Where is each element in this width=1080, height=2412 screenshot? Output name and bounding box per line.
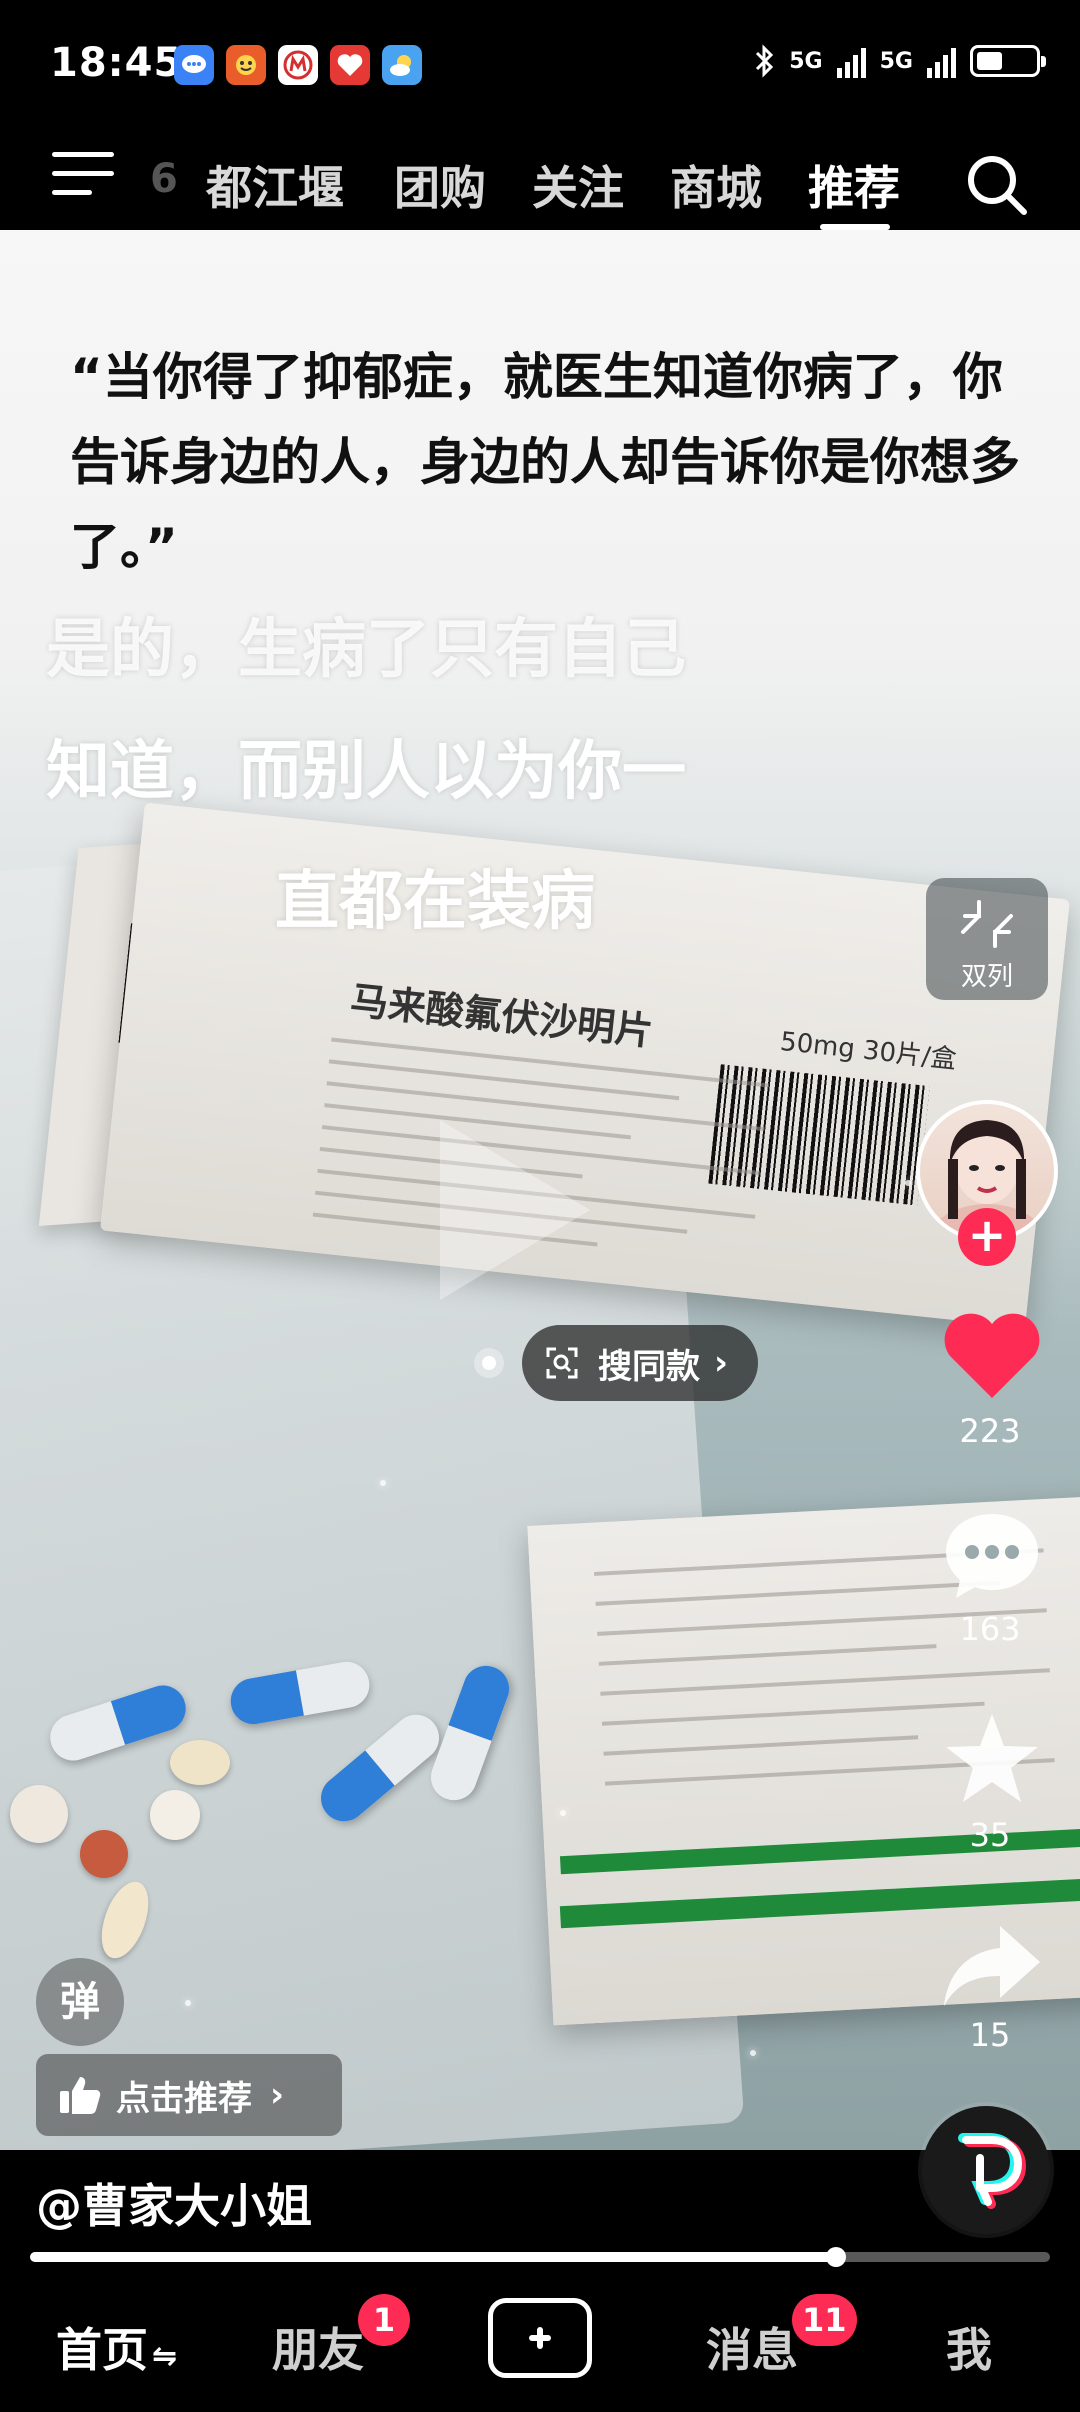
subtitle-line-2: 知道，而别人以为你一 <box>46 735 686 809</box>
pill <box>150 1790 200 1840</box>
bottom-nav: 首页 ⇋ 朋友 1 消息 11 我 <box>0 2270 1080 2412</box>
network-5g-left: 5G <box>789 48 823 74</box>
author-name[interactable]: @曹家大小姐 <box>36 2170 312 2236</box>
tab-dujiangyan[interactable]: 都江堰 <box>206 152 344 218</box>
switch-arrows-icon: ⇋ <box>152 2339 178 2374</box>
battery-icon <box>970 45 1046 77</box>
search-icon[interactable] <box>962 150 1032 220</box>
bank-app-icon <box>278 45 318 85</box>
create-button[interactable] <box>488 2298 592 2378</box>
messages-badge: 11 <box>792 2294 857 2346</box>
nav-friends[interactable]: 朋友 <box>272 2314 364 2380</box>
play-icon[interactable] <box>440 1120 590 1300</box>
tab-group-buy[interactable]: 团购 <box>394 152 486 218</box>
video-quote-text: “当你得了抑郁症，就医生知道你病了，你告诉身边的人，身边的人却告诉你是你想多了。… <box>70 348 1020 576</box>
weather-app-icon <box>382 45 422 85</box>
app-logo-icon[interactable] <box>922 2106 1050 2234</box>
share-icon[interactable] <box>940 1920 1044 2010</box>
network-5g-right: 5G <box>879 48 913 74</box>
comment-count: 163 <box>959 1610 1021 1648</box>
pill <box>10 1785 68 1843</box>
dual-column-button[interactable]: 双列 <box>926 878 1048 1000</box>
status-right: 5G 5G <box>753 44 1046 78</box>
dual-column-label: 双列 <box>960 962 1013 992</box>
subtitle-line-3: 直都在装病 <box>275 865 595 939</box>
nav-faded-label: 6 <box>150 156 178 202</box>
heart-icon[interactable] <box>942 1312 1042 1400</box>
nav-home[interactable]: 首页 ⇋ <box>56 2314 177 2380</box>
share-count: 15 <box>969 2016 1011 2054</box>
nav-home-label: 首页 <box>56 2323 148 2377</box>
progress-bar[interactable] <box>30 2247 1050 2267</box>
subtitle-line-1: 是的，生病了只有自己 <box>46 613 686 687</box>
status-bar: 18:45 5G 5G <box>0 0 1080 112</box>
top-nav: 6 都江堰 团购 关注 商城 推荐 <box>0 112 1080 230</box>
nav-me[interactable]: 我 <box>946 2314 992 2380</box>
bluetooth-icon <box>756 44 774 78</box>
chevron-right-icon: › <box>714 1343 729 1383</box>
comment-icon[interactable] <box>942 1510 1042 1602</box>
tab-recommend[interactable]: 推荐 <box>808 152 900 218</box>
scan-icon <box>546 1347 578 1379</box>
menu-icon[interactable] <box>52 152 114 198</box>
pill <box>170 1740 230 1785</box>
collapse-arrows-icon <box>961 900 1013 948</box>
progress-knob[interactable] <box>825 2247 846 2267</box>
danmu-button[interactable]: 弹 <box>36 1958 124 2046</box>
status-time: 18:45 <box>50 40 183 86</box>
chat-bubble-icon <box>174 45 214 85</box>
tag-dot[interactable] <box>474 1348 504 1378</box>
recommend-button[interactable]: 点击推荐 › <box>36 2054 342 2136</box>
search-same-label: 搜同款 <box>598 1346 700 1387</box>
friends-badge: 1 <box>358 2294 410 2346</box>
nav-messages[interactable]: 消息 <box>706 2314 798 2380</box>
battery-fill <box>977 52 1003 70</box>
progress-fill <box>30 2252 836 2262</box>
signal-icon <box>836 44 866 78</box>
recommend-label: 点击推荐 <box>116 2078 252 2119</box>
follow-button[interactable]: + <box>958 1208 1016 1266</box>
favorite-count: 35 <box>969 1816 1011 1854</box>
notification-icons <box>174 45 422 85</box>
pill <box>80 1830 128 1878</box>
search-same-button[interactable]: 搜同款 › <box>522 1325 759 1401</box>
signal-icon-2 <box>927 44 956 78</box>
chevron-right-icon: › <box>270 2075 285 2115</box>
thumbs-up-icon <box>60 2077 101 2114</box>
charity-app-icon <box>330 45 370 85</box>
video-player[interactable]: 马来酸氟伏沙明片 50mg 30片/盒 “当你得了抑郁症，就医生知道你病了，你告… <box>0 230 1080 2150</box>
like-count: 223 <box>959 1412 1021 1450</box>
tab-mall[interactable]: 商城 <box>670 152 762 218</box>
tab-following[interactable]: 关注 <box>532 152 624 218</box>
star-icon[interactable] <box>940 1710 1044 1810</box>
delivery-app-icon <box>226 45 266 85</box>
